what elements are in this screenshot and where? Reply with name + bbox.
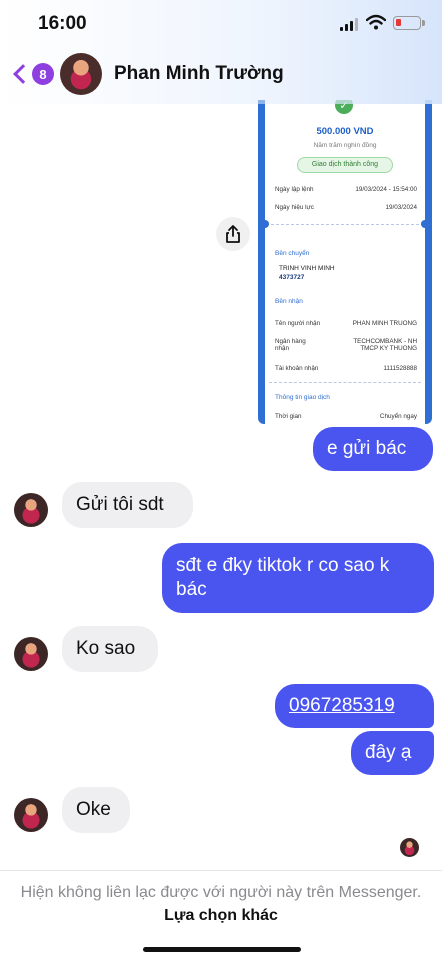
message-bubble-outgoing[interactable]: đây ạ (351, 731, 434, 775)
receipt-bank-label: Ngân hàng nhận (275, 338, 306, 352)
receipt-tear-line (261, 224, 429, 225)
message-bubble-outgoing[interactable]: e gửi bác (313, 427, 433, 471)
receipt-sender-name: TRINH VINH MINH (279, 265, 335, 272)
status-time: 16:00 (38, 13, 87, 34)
contact-avatar[interactable] (14, 637, 48, 671)
receipt-sender-account: 4373727 (279, 274, 305, 281)
receipt-created-value: 19/03/2024 - 15:54:00 (355, 186, 417, 193)
receipt-time-label: Thời gian (275, 413, 302, 420)
receipt-receiver-name-value: PHAN MINH TRUONG (352, 320, 417, 327)
receipt-sender-section: Bên chuyển (275, 250, 310, 257)
receipt-card: ✓ 500.000 VND Năm trăm nghìn đồng Giao d… (261, 100, 429, 424)
receipt-receiver-name-label: Tên người nhận (275, 320, 321, 327)
back-button[interactable]: 8 (10, 60, 54, 88)
receipt-notch-right (421, 220, 429, 228)
footer-notice-block: Hiện không liên lạc được với người này t… (20, 881, 422, 927)
chevron-left-icon (13, 64, 33, 84)
phone-number-link[interactable]: 0967285319 (275, 684, 434, 728)
receipt-receiver-section: Bên nhận (275, 298, 303, 305)
battery-tip (422, 20, 425, 26)
contact-name[interactable]: Phan Minh Trường (114, 63, 284, 85)
battery-level (396, 19, 401, 26)
status-bar: 16:00 (0, 0, 442, 46)
battery-icon (393, 16, 421, 30)
message-bubble-incoming[interactable]: Ko sao (62, 626, 158, 672)
other-options-link[interactable]: Lựa chọn khác (164, 907, 278, 924)
receipt-account-value: 1111528888 (383, 365, 417, 372)
contact-avatar[interactable] (14, 798, 48, 832)
receipt-notch-left (261, 220, 269, 228)
receipt-account-label: Tài khoản nhận (275, 365, 319, 372)
footer-notice: Hiện không liên lạc được với người này t… (20, 884, 422, 901)
receipt-bank-value: TECHCOMBANK - NH TMCP KY THUONG (353, 338, 417, 352)
conversation-header: 8 Phan Minh Trường (0, 46, 442, 104)
receipt-amount-words: Năm trăm nghìn đồng (313, 142, 377, 149)
share-icon (226, 225, 240, 243)
chat-thread: ✓ 500.000 VND Năm trăm nghìn đồng Giao d… (0, 0, 442, 870)
message-bubble-incoming[interactable]: Gửi tôi sdt (62, 482, 193, 528)
contact-avatar[interactable] (14, 493, 48, 527)
receipt-effective-label: Ngày hiệu lực (275, 204, 314, 211)
header-contact-avatar[interactable] (60, 53, 102, 95)
receipt-created-label: Ngày lập lệnh (275, 186, 314, 193)
home-indicator[interactable] (143, 947, 301, 952)
message-bubble-outgoing[interactable]: sđt e đky tiktok r co sao k bác (162, 543, 434, 613)
receipt-divider (269, 382, 421, 383)
message-bubble-incoming[interactable]: Oke (62, 787, 130, 833)
cellular-signal-icon (340, 17, 360, 31)
receipt-effective-value: 19/03/2024 (385, 204, 417, 211)
receipt-status-badge: Giao dịch thành công (297, 157, 393, 173)
transfer-receipt-image[interactable]: ✓ 500.000 VND Năm trăm nghìn đồng Giao d… (258, 100, 432, 424)
receipt-time-value: Chuyển ngay (379, 413, 417, 420)
unavailable-footer: Hiện không liên lạc được với người này t… (0, 870, 442, 960)
seen-indicator-avatar (400, 838, 419, 857)
share-button[interactable] (216, 217, 250, 251)
wifi-icon (366, 14, 386, 30)
receipt-amount: 500.000 VND (316, 126, 374, 137)
receipt-info-section: Thông tin giao dịch (275, 394, 330, 401)
unread-count-badge: 8 (32, 63, 54, 85)
